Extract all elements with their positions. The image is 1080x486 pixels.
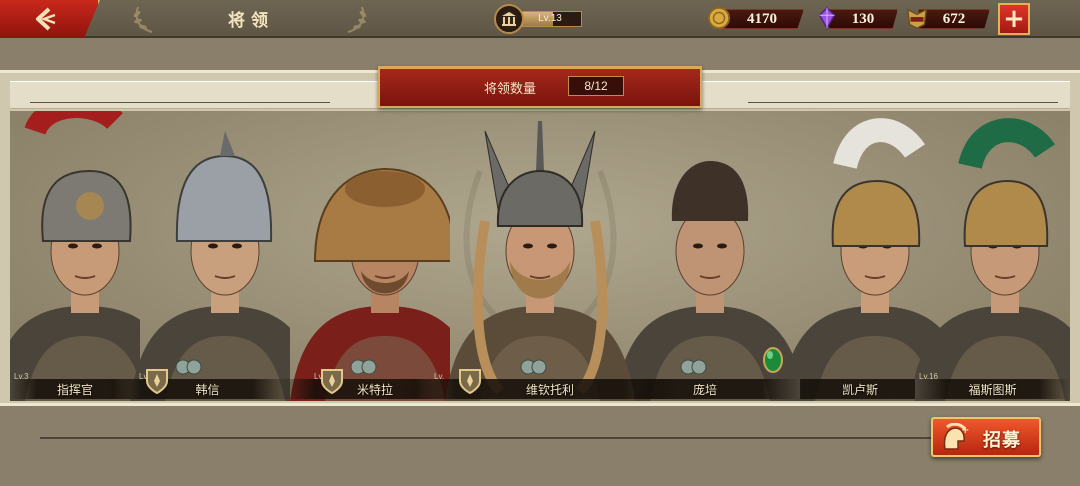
resource-gold[interactable]: 4170 xyxy=(706,5,804,31)
page-title: 将领 xyxy=(228,11,274,31)
svg-text:+: + xyxy=(961,425,969,436)
plus-icon: + xyxy=(1003,4,1025,34)
coins-badge-icon xyxy=(680,359,707,375)
coins-badge-icon xyxy=(350,359,377,375)
general-card[interactable]: 维钦托利 Lv. xyxy=(400,111,680,401)
spartan-helmet-icon: + xyxy=(943,423,969,450)
general-level: Lv.16 xyxy=(919,372,938,381)
temple-icon xyxy=(494,4,524,34)
spqr-token-icon xyxy=(904,5,930,31)
recruit-label: 招募 xyxy=(983,430,1021,451)
general-level: Lv. xyxy=(434,372,445,381)
gold-coin-icon xyxy=(706,5,732,31)
laurel-left-icon xyxy=(133,6,153,33)
general-portrait xyxy=(445,121,635,401)
general-count-label: 将领数量 xyxy=(484,82,537,97)
general-name: 福斯图斯 xyxy=(968,383,1017,397)
coins-badge-icon xyxy=(175,359,202,375)
top-bar: 将领 Lv.13 4170 130 672 + xyxy=(0,0,1080,38)
general-card[interactable]: 福斯图斯 Lv.16 xyxy=(915,111,1070,401)
general-level: Lv.3 xyxy=(14,372,29,381)
add-resource-button[interactable]: + xyxy=(998,3,1030,35)
general-count-banner: 将领数量 8/12 xyxy=(378,66,702,108)
header-divider-left xyxy=(30,102,330,103)
resource-spqr[interactable]: 672 xyxy=(904,8,990,30)
shield-rank-icon xyxy=(321,369,343,395)
recruit-button[interactable]: + 招募 xyxy=(931,417,1041,457)
general-name: 韩信 xyxy=(195,383,220,397)
generals-roster: 指挥官Lv.3 韩信Lv.1 米特拉Lv.45 xyxy=(10,111,1070,401)
purple-gem-icon xyxy=(814,5,840,31)
resource-gems[interactable]: 130 xyxy=(814,5,898,31)
shield-rank-icon xyxy=(146,369,168,395)
shield-rank-icon xyxy=(459,369,481,395)
level-label: Lv.13 xyxy=(538,13,562,24)
header-divider-right xyxy=(748,102,1058,103)
generals-panel: 指挥官Lv.3 韩信Lv.1 米特拉Lv.45 xyxy=(0,70,1080,406)
player-level[interactable]: Lv.13 xyxy=(494,4,588,34)
general-name: 维钦托利 xyxy=(525,383,574,397)
coins-badge-icon xyxy=(520,359,547,375)
general-portrait xyxy=(130,131,290,401)
back-arrow-icon xyxy=(36,7,56,31)
gold-value: 4170 xyxy=(720,9,804,29)
bottom-divider xyxy=(40,437,935,439)
general-count-value: 8/12 xyxy=(568,76,624,96)
general-portrait xyxy=(915,118,1070,401)
green-gem-icon xyxy=(763,347,783,373)
back-button[interactable] xyxy=(0,0,100,38)
laurel-right-icon xyxy=(347,6,367,33)
general-card[interactable]: 韩信Lv.1 xyxy=(105,111,290,401)
level-progress-bar: Lv.13 xyxy=(518,11,582,27)
